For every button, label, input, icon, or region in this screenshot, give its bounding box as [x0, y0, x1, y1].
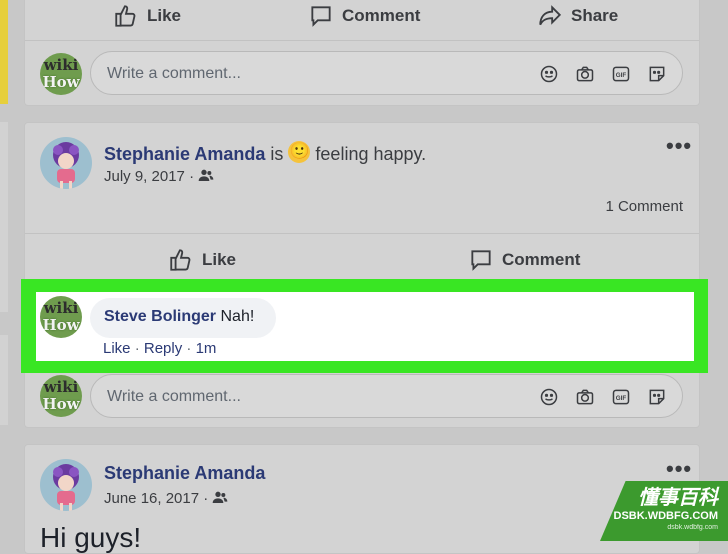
thumbs-up-icon — [115, 5, 136, 27]
comment-label: Comment — [502, 250, 581, 269]
post-header: Stephanie Amanda is 🙂 feeling happy. — [104, 141, 426, 165]
avatar[interactable] — [40, 459, 92, 511]
gif-icon[interactable]: GIF — [610, 63, 632, 85]
doll-avatar-image — [53, 464, 79, 511]
author-name[interactable]: Stephanie Amanda — [104, 463, 265, 483]
post-date[interactable]: July 9, 2017 — [104, 168, 185, 185]
comment-author[interactable]: Steve Bolinger — [104, 308, 216, 325]
comment-text: Nah! — [220, 308, 255, 325]
share-button[interactable]: Share — [537, 3, 618, 29]
comment-button[interactable]: Comment — [308, 3, 420, 29]
post-meta: June 16, 2017 · — [104, 490, 228, 507]
avatar[interactable]: wiki How — [40, 53, 82, 95]
post-actions: Like Comment Share — [25, 1, 699, 31]
comment-reply-link[interactable]: Reply — [144, 340, 182, 357]
emoji-icon[interactable] — [538, 386, 560, 408]
like-label: Like — [202, 250, 237, 269]
comment-input-box[interactable]: GIF — [90, 374, 683, 418]
status-prefix: is — [270, 144, 284, 164]
comment-input[interactable] — [105, 61, 489, 87]
divider — [25, 233, 699, 234]
post-meta: July 9, 2017 · — [104, 168, 214, 185]
comment-like-link[interactable]: Like — [103, 340, 131, 357]
left-accent-bar — [0, 0, 8, 104]
like-label: Like — [147, 6, 182, 25]
thumbs-up-icon — [170, 249, 191, 271]
separator: · — [134, 340, 144, 357]
like-button[interactable]: Like — [113, 3, 181, 29]
sticker-icon[interactable] — [646, 63, 668, 85]
friends-icon — [213, 491, 228, 503]
divider — [25, 40, 699, 41]
comment-input-box[interactable]: GIF — [90, 51, 683, 95]
svg-text:GIF: GIF — [616, 72, 627, 79]
left-strip — [0, 122, 8, 312]
comment-icon — [311, 6, 331, 27]
watermark-small: dsbk.wdbfg.com — [667, 524, 718, 531]
friends-icon — [198, 169, 214, 181]
svg-text:GIF: GIF — [616, 395, 627, 402]
feeling-text: feeling happy. — [315, 144, 427, 164]
post-header: Stephanie Amanda — [104, 463, 265, 484]
avatar-text-wiki: wiki — [43, 378, 79, 396]
avatar-text-how: How — [42, 395, 80, 413]
avatar[interactable] — [40, 137, 92, 189]
meta-separator: · — [189, 168, 195, 185]
avatar[interactable]: wiki How — [40, 296, 82, 338]
like-button[interactable]: Like — [168, 247, 236, 273]
avatar-text-how: How — [42, 316, 80, 334]
camera-icon[interactable] — [574, 386, 596, 408]
feeling-emoji-icon: 🙂 — [288, 141, 311, 163]
doll-avatar-image — [53, 142, 79, 189]
avatar-text-wiki: wiki — [43, 56, 79, 74]
comment-tools: GIF — [538, 386, 668, 408]
comment-label: Comment — [342, 6, 421, 25]
author-name[interactable]: Stephanie Amanda — [104, 144, 265, 164]
camera-icon[interactable] — [574, 63, 596, 85]
comment-time[interactable]: 1m — [196, 340, 217, 357]
comment-body: Steve Bolinger Nah! — [104, 308, 254, 326]
post-date[interactable]: June 16, 2017 — [104, 490, 199, 507]
avatar-text-how: How — [42, 73, 80, 91]
gif-icon[interactable]: GIF — [610, 386, 632, 408]
meta-separator: · — [203, 490, 209, 507]
comment-actions: Like · Reply · 1m — [103, 340, 216, 357]
sticker-icon[interactable] — [646, 386, 668, 408]
more-options-icon[interactable]: ••• — [666, 133, 692, 159]
comment-tools: GIF — [538, 63, 668, 85]
emoji-icon[interactable] — [538, 63, 560, 85]
more-options-icon[interactable]: ••• — [666, 456, 692, 482]
watermark-url: DSBK.WDBFG.COM — [613, 510, 719, 522]
share-label: Share — [571, 6, 619, 25]
comment-icon — [471, 250, 491, 271]
post-text: Hi guys! — [40, 522, 142, 553]
left-strip — [0, 335, 8, 425]
comment-count[interactable]: 1 Comment — [605, 198, 683, 215]
comment-button[interactable]: Comment — [468, 247, 580, 273]
avatar[interactable]: wiki How — [40, 375, 82, 417]
avatar-text-wiki: wiki — [43, 299, 79, 317]
separator: · — [186, 340, 196, 357]
comment-input[interactable] — [105, 384, 489, 410]
share-icon — [539, 5, 562, 26]
